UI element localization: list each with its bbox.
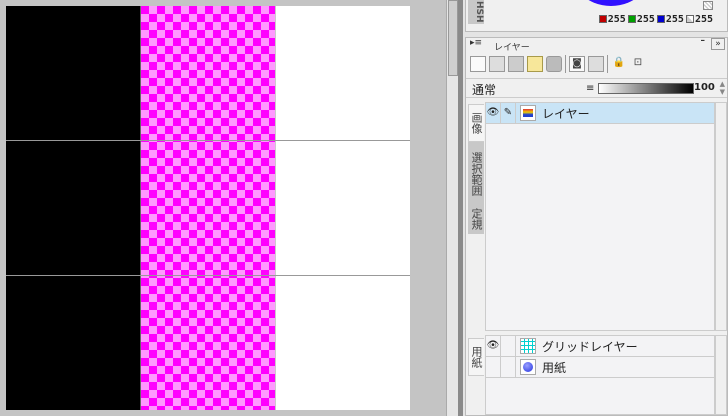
canvas-area[interactable] xyxy=(0,0,446,416)
red-swatch-icon xyxy=(598,15,607,23)
blue-swatch-icon xyxy=(656,15,665,23)
eye-icon[interactable]: 👁 xyxy=(486,335,501,357)
green-swatch-icon xyxy=(627,15,636,23)
opacity-slider[interactable] xyxy=(598,83,694,94)
color-panel: HSH 255 255 255 255 xyxy=(465,0,728,32)
layer-row[interactable]: 👁 ✎ レイヤー xyxy=(486,102,714,124)
copy-layer-icon[interactable] xyxy=(489,56,505,72)
canvas-vertical-scrollbar[interactable] xyxy=(446,0,458,416)
paper-thumbnail-icon xyxy=(520,359,536,375)
layer-row[interactable]: 👁 グリッドレイヤー xyxy=(486,335,714,357)
black-region xyxy=(6,6,141,410)
tab-image[interactable]: 画像 xyxy=(468,104,484,142)
opacity-menu-icon[interactable]: ≡ xyxy=(586,83,594,94)
panel-menu-icon[interactable]: ▸≡ xyxy=(470,38,482,48)
tab-ruler[interactable]: 定規 xyxy=(468,204,484,234)
select-frame-icon[interactable]: ⊡ xyxy=(630,56,646,72)
lock-icon[interactable]: 🔒 xyxy=(611,56,627,72)
eye-icon[interactable]: 👁 xyxy=(486,102,501,124)
new-layer-icon[interactable] xyxy=(470,56,486,72)
opacity-value[interactable]: 100 xyxy=(694,82,715,93)
color-wheel[interactable] xyxy=(566,0,656,6)
blend-opacity-row: 通常 ≡ 100 ▲ ▼ xyxy=(466,78,727,98)
pen-cell[interactable] xyxy=(501,335,516,357)
layer-list: 👁 ✎ レイヤー xyxy=(485,102,715,331)
pen-icon[interactable]: ✎ xyxy=(501,102,516,124)
trash-icon[interactable] xyxy=(546,56,562,72)
eye-cell[interactable] xyxy=(486,356,501,378)
grid-line xyxy=(140,6,141,410)
mask-icon[interactable]: ◙ xyxy=(569,56,585,72)
blue-value: 255 xyxy=(665,14,684,25)
new-folder-icon[interactable] xyxy=(527,56,543,72)
expand-button[interactable]: » xyxy=(711,38,725,50)
paper-layer-list: 👁 グリッドレイヤー 用紙 xyxy=(485,335,715,415)
layer-panel: ▸≡ レイヤー – » ◙ 🔒 ⊡ 通常 ≡ 100 ▲ ▼ 画像 選択範囲 定… xyxy=(465,36,728,416)
blend-mode-select[interactable]: 通常 xyxy=(472,81,496,98)
right-panel: HSH 255 255 255 255 ▸≡ レイヤー – » ◙ 🔒 ⊡ 通常… xyxy=(463,0,728,416)
hsh-tab[interactable]: HSH xyxy=(468,0,484,24)
pen-cell[interactable] xyxy=(501,356,516,378)
layer-list-scrollbar[interactable] xyxy=(715,102,727,331)
alpha-value: 255 xyxy=(694,14,713,25)
layer-toolbar: ◙ 🔒 ⊡ xyxy=(466,53,646,75)
panel-title: レイヤー xyxy=(494,43,530,53)
grid-line xyxy=(275,6,276,410)
scrollbar-thumb[interactable] xyxy=(448,0,458,76)
rgba-readout: 255 255 255 255 xyxy=(598,14,713,25)
transparent-color-icon[interactable] xyxy=(703,1,713,10)
paper-list-scrollbar[interactable] xyxy=(715,335,727,415)
layer-name: レイヤー xyxy=(542,106,590,121)
apply-mask-icon[interactable] xyxy=(588,56,604,72)
merge-layer-icon[interactable] xyxy=(508,56,524,72)
layer-panel-header: ▸≡ レイヤー – » xyxy=(466,36,727,53)
layer-name: 用紙 xyxy=(542,360,567,375)
layer-row[interactable]: 用紙 xyxy=(486,356,714,378)
grid-line xyxy=(6,140,410,141)
grid-line xyxy=(6,275,410,276)
tab-selection[interactable]: 選択範囲 xyxy=(468,142,484,206)
toolbar-separator xyxy=(607,55,608,73)
tab-paper[interactable]: 用紙 xyxy=(468,338,484,376)
drawing-canvas[interactable] xyxy=(6,6,410,410)
minimize-button[interactable]: – xyxy=(701,36,706,46)
layer-name: グリッドレイヤー xyxy=(542,339,638,354)
green-value: 255 xyxy=(636,14,655,25)
layer-thumbnail xyxy=(520,105,536,121)
magenta-checker-region xyxy=(141,6,275,410)
grid-thumbnail-icon xyxy=(520,338,536,354)
alpha-swatch-icon xyxy=(685,15,694,23)
red-value: 255 xyxy=(607,14,626,25)
toolbar-separator xyxy=(565,55,566,73)
opacity-spinner[interactable]: ▲ ▼ xyxy=(720,80,725,96)
